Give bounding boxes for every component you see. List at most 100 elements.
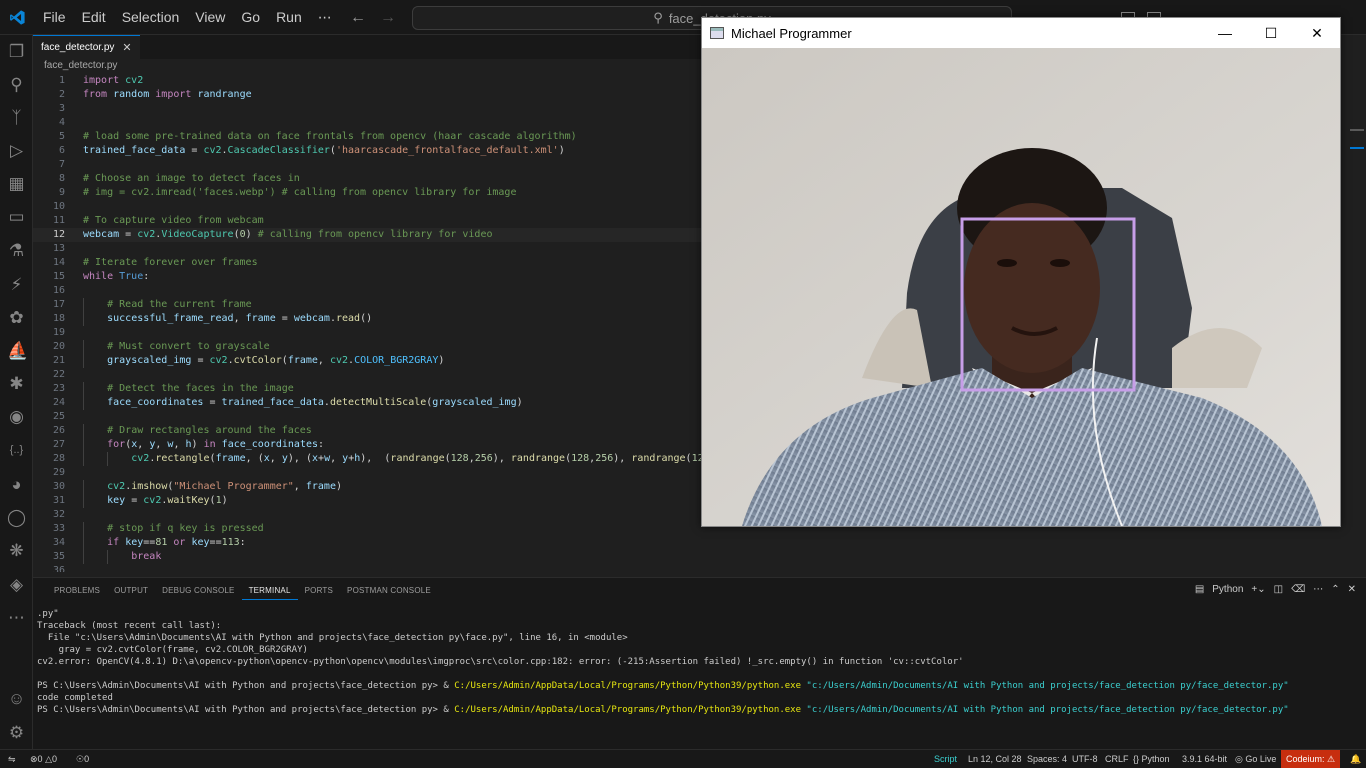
notifications-bell-icon[interactable]: 🔔 — [1350, 750, 1361, 768]
breadcrumb[interactable]: face_detector.py — [44, 60, 117, 71]
code-line[interactable]: 26 # Draw rectangles around the faces — [33, 424, 701, 438]
code-line[interactable]: 15 while True: — [33, 270, 701, 284]
close-icon[interactable]: ✕ — [122, 41, 131, 54]
mongodb-leaf-icon[interactable]: ✿ — [7, 308, 26, 327]
explorer-icon[interactable]: ❐ — [7, 42, 26, 61]
code-line[interactable]: 16 — [33, 284, 701, 298]
code-line[interactable]: 4 — [33, 116, 701, 130]
code-line[interactable]: 11 # To capture video from webcam — [33, 214, 701, 228]
menu-file[interactable]: File — [35, 0, 74, 35]
source-control-icon[interactable]: ᛉ — [7, 108, 26, 127]
code-line[interactable]: 36 — [33, 564, 701, 572]
testing-icon[interactable]: ⚗ — [7, 241, 26, 260]
tab-output[interactable]: OUTPUT — [107, 584, 155, 600]
code-line[interactable]: 17 # Read the current frame — [33, 298, 701, 312]
code-line[interactable]: 9 # img = cv2.imread('faces.webp') # call… — [33, 186, 701, 200]
postman-icon[interactable]: ◕ — [7, 475, 26, 494]
code-line[interactable]: 30 cv2.imshow("Michael Programmer", fram… — [33, 480, 701, 494]
language-mode[interactable]: {} Python — [1133, 750, 1170, 768]
account-icon[interactable]: ☺ — [7, 689, 26, 708]
script-status[interactable]: Script — [934, 750, 957, 768]
forward-arrow-icon[interactable]: → — [380, 9, 396, 27]
terminal-shell-label[interactable]: Python — [1212, 584, 1243, 595]
code-line[interactable]: 19 — [33, 326, 701, 340]
more-views-icon[interactable]: ⋯ — [7, 608, 26, 627]
more-actions-icon[interactable]: ⋯ — [1313, 584, 1323, 595]
code-line[interactable]: 29 — [33, 466, 701, 480]
code-line[interactable]: 34 if key==81 or key==113: — [33, 536, 701, 550]
code-line[interactable]: 3 — [33, 102, 701, 116]
thunder-client-icon[interactable]: ⚡ — [7, 275, 26, 294]
code-line[interactable]: 31 key = cv2.waitKey(1) — [33, 494, 701, 508]
code-line[interactable]: 23 # Detect the faces in the image — [33, 382, 701, 396]
code-editor[interactable]: 1 import cv2 2 from random import randrange… — [33, 74, 701, 572]
code-line[interactable]: 14 # Iterate forever over frames — [33, 256, 701, 270]
opencv-window-titlebar[interactable]: Michael Programmer — ☐ ✕ — [702, 18, 1340, 48]
code-line[interactable]: 20 # Must convert to grayscale — [33, 340, 701, 354]
openai-icon[interactable]: ❋ — [7, 541, 26, 560]
maximize-icon[interactable]: ☐ — [1248, 18, 1294, 48]
close-window-icon[interactable]: ✕ — [1294, 18, 1340, 48]
menu-selection[interactable]: Selection — [114, 0, 188, 35]
python-icon[interactable]: ◈ — [7, 575, 26, 594]
run-debug-icon[interactable]: ▷ — [7, 141, 26, 160]
code-line[interactable]: 5 # load some pre-trained data on face fr… — [33, 130, 701, 144]
ports-status[interactable]: ☉0 — [76, 750, 89, 768]
code-line[interactable]: 7 — [33, 158, 701, 172]
code-line[interactable]: 18 successful_frame_read, frame = webcam… — [33, 312, 701, 326]
back-arrow-icon[interactable]: ← — [350, 9, 366, 27]
code-line[interactable]: 24 face_coordinates = trained_face_data.… — [33, 396, 701, 410]
remote-explorer-icon[interactable]: ▭ — [7, 207, 26, 226]
editor-scrollbar[interactable] — [1350, 59, 1364, 569]
code-line[interactable]: 35 break — [33, 550, 701, 564]
remote-icon[interactable]: ⇋ — [8, 750, 16, 768]
extensions-icon[interactable]: ▦ — [7, 174, 26, 193]
settings-gear-icon[interactable]: ⚙ — [7, 723, 26, 742]
opencv-window[interactable]: Michael Programmer — ☐ ✕ — [701, 17, 1341, 527]
code-line[interactable]: 33 # stop if q key is pressed — [33, 522, 701, 536]
code-line[interactable]: 1 import cv2 — [33, 74, 701, 88]
close-panel-icon[interactable]: ✕ — [1348, 584, 1356, 595]
codeium-status[interactable]: Codeium: ⚠ — [1281, 750, 1341, 768]
kill-terminal-icon[interactable]: ⌫ — [1291, 584, 1305, 595]
problems-status[interactable]: ⊗0 △0 — [30, 750, 57, 768]
cursor-position[interactable]: Ln 12, Col 28 — [968, 750, 1022, 768]
github-icon[interactable]: ◉ — [7, 407, 26, 426]
split-terminal-icon[interactable]: ◫ — [1274, 584, 1283, 595]
code-line[interactable]: 28 cv2.rectangle(frame, (x, y), (x+w, y+… — [33, 452, 701, 466]
tab-debug-console[interactable]: DEBUG CONSOLE — [155, 584, 241, 600]
code-line[interactable]: 21 grayscaled_img = cv2.cvtColor(frame, … — [33, 354, 701, 368]
menu-go[interactable]: Go — [233, 0, 268, 35]
menu-view[interactable]: View — [187, 0, 233, 35]
search-icon[interactable]: ⚲ — [7, 75, 26, 94]
tab-face-detector[interactable]: face_detector.py ✕ — [33, 35, 140, 59]
tab-terminal[interactable]: TERMINAL — [241, 584, 298, 600]
code-line[interactable]: 25 — [33, 410, 701, 424]
ring-icon[interactable]: ◯ — [7, 508, 26, 527]
code-line[interactable]: 8 # Choose an image to detect faces in — [33, 172, 701, 186]
menu-run[interactable]: Run — [268, 0, 310, 35]
line-ending[interactable]: CRLF — [1105, 750, 1129, 768]
code-line[interactable]: 32 — [33, 508, 701, 522]
code-line[interactable]: 2 from random import randrange — [33, 88, 701, 102]
code-line[interactable]: 13 — [33, 242, 701, 256]
python-interpreter[interactable]: 3.9.1 64-bit — [1182, 750, 1227, 768]
menu-more[interactable]: ⋯ — [310, 0, 340, 35]
code-line[interactable]: 10 — [33, 200, 701, 214]
code-line[interactable]: 6 trained_face_data = cv2.CascadeClassifi… — [33, 144, 701, 158]
indentation[interactable]: Spaces: 4 — [1027, 750, 1067, 768]
go-live-button[interactable]: ◎ Go Live — [1235, 750, 1276, 768]
code-line[interactable]: 22 — [33, 368, 701, 382]
tab-ports[interactable]: PORTS — [298, 584, 340, 600]
tab-postman-console[interactable]: POSTMAN CONSOLE — [340, 584, 438, 600]
gitlens-icon[interactable]: ✱ — [7, 374, 26, 393]
docker-icon[interactable]: ⛵ — [7, 341, 28, 360]
json-braces-icon[interactable]: {..} — [7, 441, 26, 460]
encoding[interactable]: UTF-8 — [1072, 750, 1098, 768]
code-line[interactable]: 12 webcam = cv2.VideoCapture(0) # calling… — [33, 228, 701, 242]
minimize-icon[interactable]: — — [1202, 18, 1248, 48]
menu-edit[interactable]: Edit — [74, 0, 114, 35]
maximize-panel-icon[interactable]: ⌃ — [1331, 584, 1339, 595]
new-terminal-icon[interactable]: +⌄ — [1251, 584, 1265, 595]
tab-problems[interactable]: PROBLEMS — [47, 584, 107, 600]
